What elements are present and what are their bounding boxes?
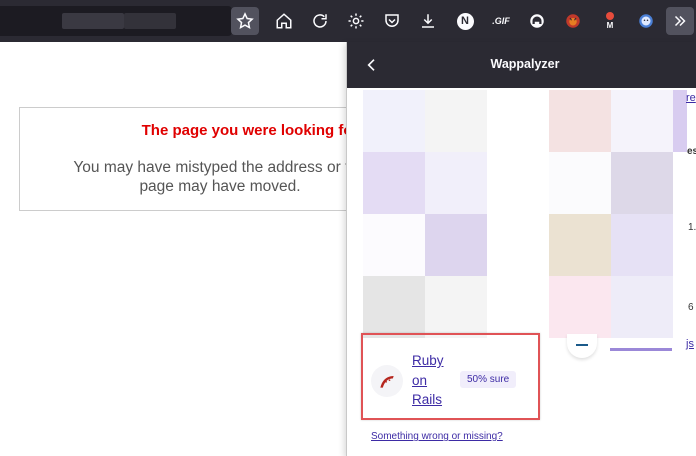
mosaic-tile bbox=[549, 90, 611, 152]
partial-link[interactable]: js bbox=[686, 338, 694, 350]
m-extension-label: M bbox=[606, 21, 614, 30]
mosaic-tile bbox=[363, 90, 425, 152]
m-extension-icon[interactable]: M bbox=[596, 7, 624, 35]
mosaic-tile bbox=[611, 276, 673, 338]
gif-extension-label: .GIF bbox=[492, 16, 510, 26]
mosaic-tile bbox=[611, 152, 673, 214]
error-message: You may have mistyped the address or the… bbox=[73, 159, 367, 195]
gif-extension-icon[interactable]: .GIF bbox=[487, 7, 515, 35]
n-extension-icon[interactable]: N bbox=[451, 7, 479, 35]
highlight-annotation-box bbox=[361, 333, 540, 420]
mosaic-tile bbox=[611, 90, 673, 152]
address-text-redacted bbox=[62, 13, 124, 29]
n-extension-label: N bbox=[456, 12, 474, 30]
reload-icon[interactable] bbox=[306, 7, 334, 35]
mosaic-tile bbox=[363, 152, 425, 214]
download-icon[interactable] bbox=[414, 7, 442, 35]
mosaic-tile bbox=[425, 90, 487, 152]
mosaic-tile bbox=[673, 90, 687, 152]
mosaic-tile bbox=[549, 276, 611, 338]
helmet-extension-icon[interactable] bbox=[523, 7, 551, 35]
accent-line bbox=[610, 348, 672, 351]
mosaic-tile bbox=[549, 214, 611, 276]
fox-extension-icon[interactable] bbox=[559, 7, 587, 35]
pocket-icon[interactable] bbox=[378, 7, 406, 35]
browser-toolbar: N .GIF M bbox=[0, 0, 696, 42]
partial-text: 1. bbox=[688, 222, 696, 233]
mosaic-tile bbox=[425, 214, 487, 276]
mosaic-tile bbox=[425, 276, 487, 338]
popup-header: Wappalyzer bbox=[347, 42, 696, 88]
report-issue-link[interactable]: Something wrong or missing? bbox=[371, 431, 503, 442]
smiley-extension-icon[interactable] bbox=[632, 7, 660, 35]
mosaic-tile bbox=[549, 152, 611, 214]
bookmark-star-icon[interactable] bbox=[231, 7, 259, 35]
address-text-redacted bbox=[124, 13, 176, 29]
overflow-menu-icon[interactable] bbox=[666, 7, 694, 35]
m-extension-dot bbox=[606, 12, 614, 20]
home-icon[interactable] bbox=[270, 7, 298, 35]
partial-link[interactable]: re bbox=[686, 92, 696, 104]
mosaic-tile bbox=[425, 152, 487, 214]
mosaic-tile bbox=[363, 214, 425, 276]
mosaic-tile bbox=[363, 276, 425, 338]
settings-gear-icon[interactable] bbox=[342, 7, 370, 35]
partial-text: es bbox=[687, 146, 696, 157]
technology-icon bbox=[567, 334, 597, 358]
wappalyzer-popup: Wappalyzer re es 1. 6 js Ruby on Rails bbox=[346, 42, 696, 456]
mosaic-tile bbox=[611, 214, 673, 276]
partial-text: 6 bbox=[688, 302, 694, 313]
popup-title: Wappalyzer bbox=[490, 57, 560, 71]
